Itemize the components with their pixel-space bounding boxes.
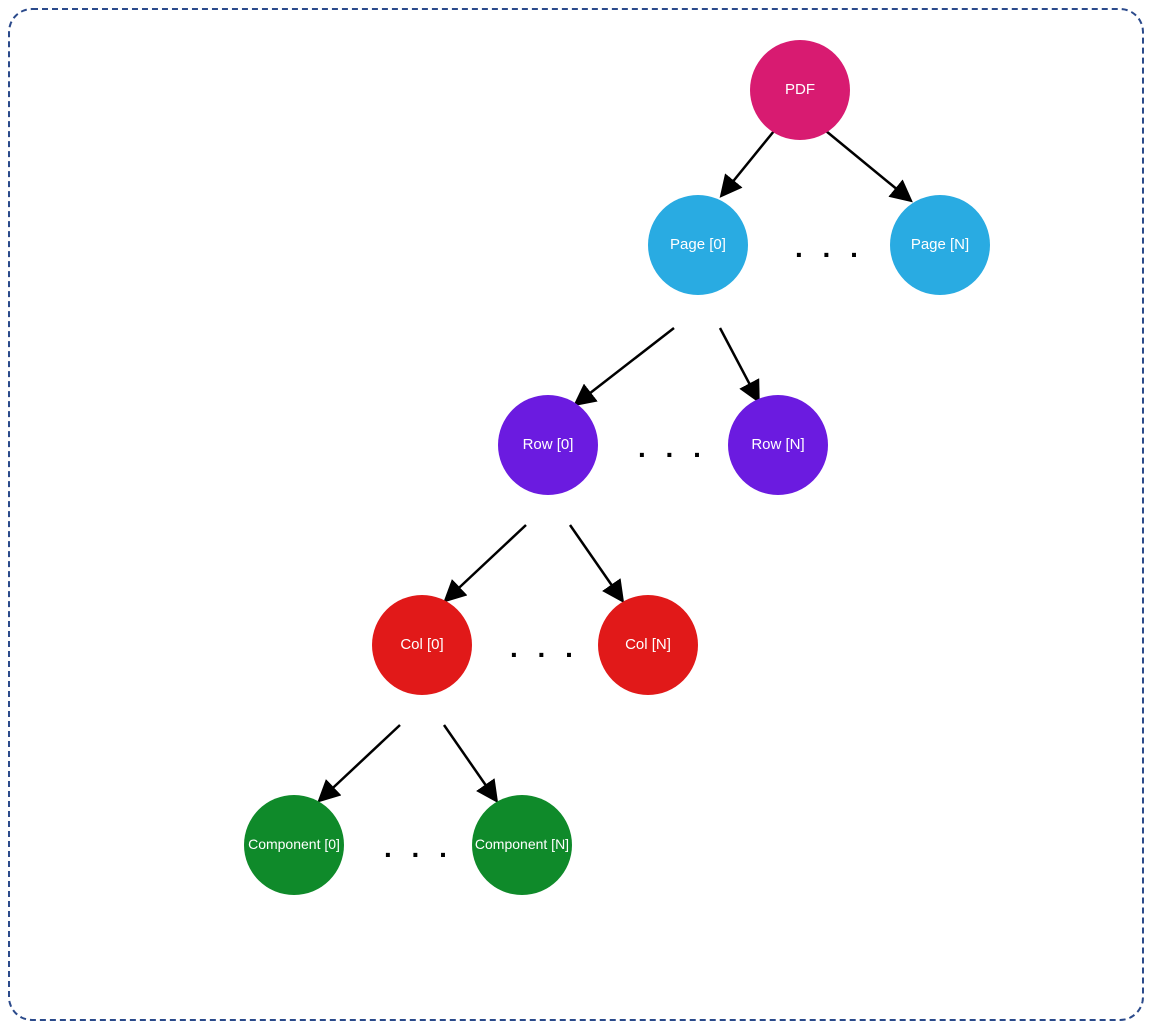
node-col-n-label: Col [N] — [625, 637, 671, 654]
node-page-n-label: Page [N] — [911, 237, 969, 254]
node-component-0: Component [0] — [244, 795, 344, 895]
node-page-n: Page [N] — [890, 195, 990, 295]
ellipsis-rows: . . . — [638, 432, 707, 464]
node-pdf: PDF — [750, 40, 850, 140]
ellipsis-components: . . . — [384, 832, 453, 864]
ellipsis-cols: . . . — [510, 632, 579, 664]
edges-layer — [0, 0, 1154, 1031]
node-component-0-label: Component [0] — [248, 837, 340, 852]
node-component-n-label: Component [N] — [475, 837, 569, 852]
ellipsis-pages: . . . — [795, 232, 864, 264]
node-col-n: Col [N] — [598, 595, 698, 695]
node-row-0-label: Row [0] — [523, 437, 574, 454]
node-col-0: Col [0] — [372, 595, 472, 695]
node-component-n: Component [N] — [472, 795, 572, 895]
node-row-n: Row [N] — [728, 395, 828, 495]
node-page-0-label: Page [0] — [670, 237, 726, 254]
node-pdf-label: PDF — [785, 82, 815, 99]
node-col-0-label: Col [0] — [400, 637, 443, 654]
node-row-n-label: Row [N] — [751, 437, 804, 454]
node-row-0: Row [0] — [498, 395, 598, 495]
node-page-0: Page [0] — [648, 195, 748, 295]
